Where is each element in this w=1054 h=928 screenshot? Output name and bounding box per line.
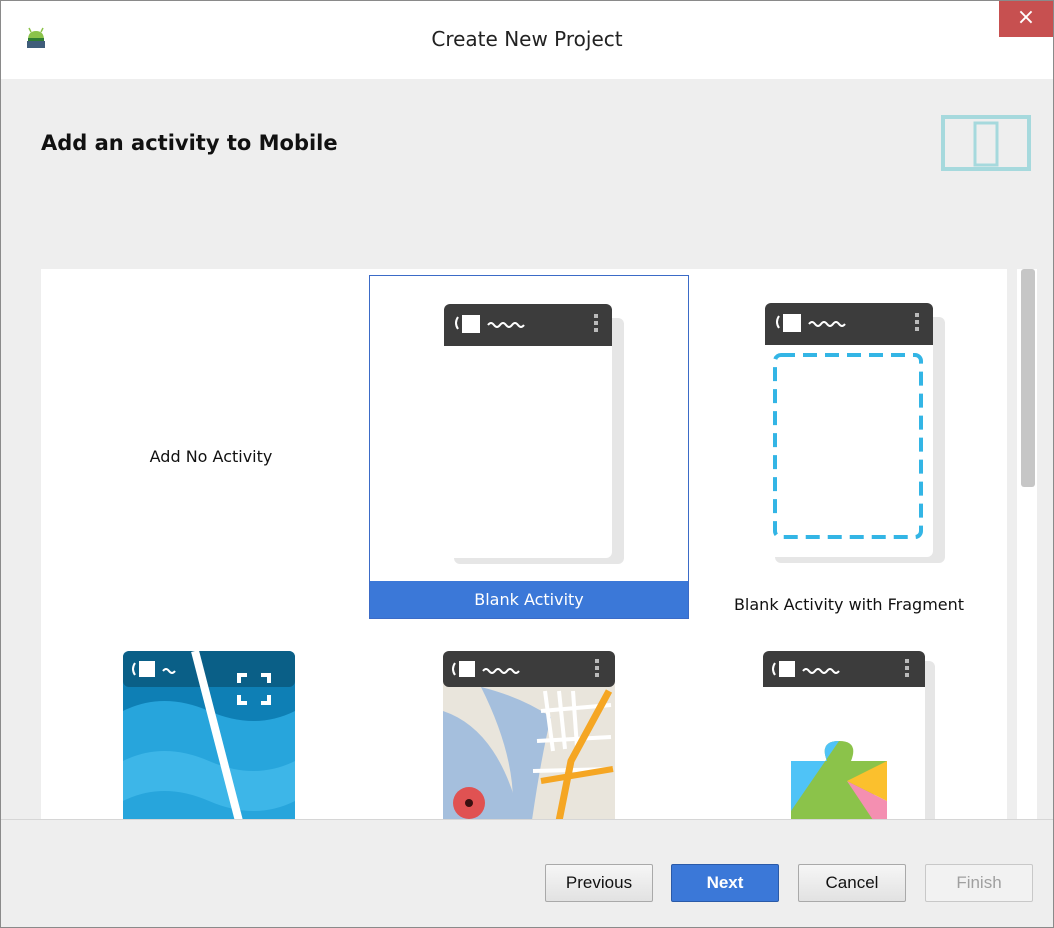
create-new-project-dialog: Create New Project × Add an activity to … xyxy=(0,0,1054,928)
previous-button[interactable]: Previous xyxy=(545,864,653,902)
finish-label: Finish xyxy=(956,873,1002,892)
blank-activity-preview xyxy=(444,304,624,564)
activity-tile-blank-activity[interactable]: Blank Activity xyxy=(369,275,689,619)
activity-gallery[interactable]: Add No Activity Blank Activity Blank Act… xyxy=(41,269,1007,819)
activity-label: Blank Activity xyxy=(370,581,688,618)
maps-activity-preview xyxy=(443,651,615,819)
cancel-label: Cancel xyxy=(825,873,879,892)
activity-tile-blank-activity-with-fragment[interactable]: Blank Activity with Fragment xyxy=(691,277,1007,619)
fragment-activity-preview xyxy=(765,303,945,563)
activity-tile-add-no-activity[interactable]: Add No Activity xyxy=(51,277,371,619)
activity-tile-google-play-services[interactable] xyxy=(691,641,1007,819)
cancel-button[interactable]: Cancel xyxy=(798,864,906,902)
gallery-scrollbar[interactable] xyxy=(1017,269,1037,819)
activity-tile-google-maps[interactable] xyxy=(371,641,691,819)
window-title: Create New Project xyxy=(431,27,623,51)
activity-label: Blank Activity with Fragment xyxy=(733,595,965,614)
finish-button: Finish xyxy=(925,864,1033,902)
page-title: Add an activity to Mobile xyxy=(41,131,338,155)
title-bar: Create New Project × xyxy=(1,1,1053,79)
fullscreen-activity-preview xyxy=(123,651,295,819)
footer-divider xyxy=(1,819,1053,820)
activity-tile-fullscreen[interactable] xyxy=(51,641,371,819)
close-button[interactable]: × xyxy=(999,1,1053,37)
previous-label: Previous xyxy=(565,873,633,892)
phone-tablet-icon xyxy=(941,115,1031,171)
play-services-activity-preview xyxy=(763,651,935,819)
close-icon: × xyxy=(1016,5,1036,30)
activity-label: Add No Activity xyxy=(149,447,273,466)
scrollbar-thumb[interactable] xyxy=(1021,269,1035,487)
next-label: Next xyxy=(706,873,744,892)
next-button[interactable]: Next xyxy=(671,864,779,902)
